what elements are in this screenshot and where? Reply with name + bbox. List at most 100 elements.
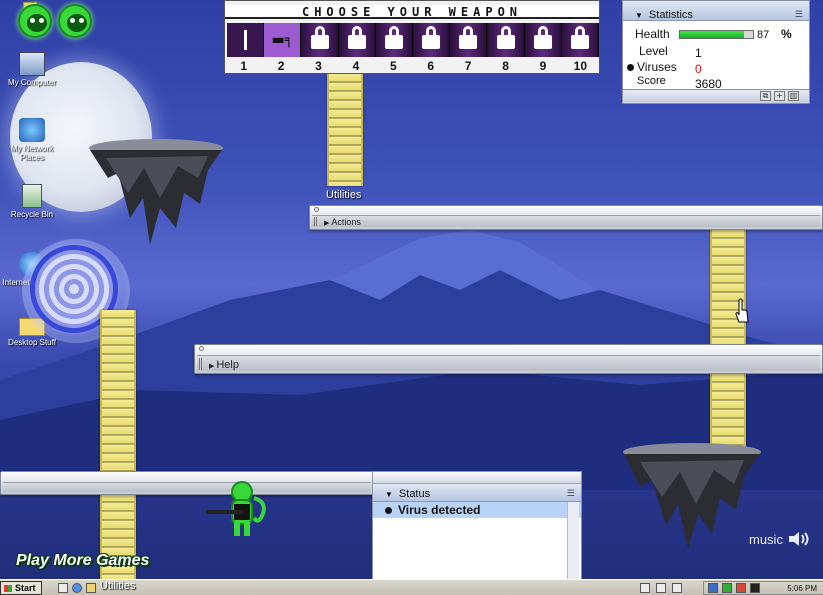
lock-icon — [570, 26, 589, 49]
music-toggle[interactable]: music — [749, 531, 811, 547]
ladder[interactable] — [710, 230, 746, 350]
clock: 5:06 PM — [787, 584, 817, 593]
start-button[interactable]: Start — [0, 581, 42, 595]
weapon-slot-9[interactable] — [524, 23, 562, 57]
weapon-slot-number: 5 — [389, 59, 397, 73]
weapon-slot-7[interactable] — [450, 23, 488, 57]
tray-help-icon[interactable] — [656, 583, 666, 593]
panel-menu-icon[interactable]: ☰ — [795, 9, 803, 20]
weapon-slot-number: 1 — [240, 59, 248, 73]
ladder[interactable] — [710, 374, 746, 450]
weapon-slot-number: 2 — [277, 59, 285, 73]
help-window-bar[interactable]: Help — [194, 344, 823, 374]
add-icon[interactable]: + — [774, 91, 785, 101]
trash-icon[interactable]: ▥ — [788, 91, 799, 101]
desktop-icon-network[interactable]: My Network Places — [0, 118, 64, 162]
weapon-slot-8[interactable] — [487, 23, 525, 57]
recycle-bin-icon — [22, 184, 42, 208]
weapon-slot-10[interactable] — [561, 23, 600, 57]
left-window-bar[interactable] — [0, 471, 374, 495]
show-desktop-icon[interactable] — [58, 583, 68, 593]
health-label: Health — [635, 27, 670, 41]
computer-icon — [19, 52, 45, 76]
status-header[interactable]: ▼ Status ☰ — [373, 484, 581, 502]
life-monkey-icon — [18, 4, 52, 38]
lock-icon — [533, 26, 552, 49]
weapon-slot-number: 8 — [502, 59, 509, 73]
weapon-slot-number: 10 — [573, 59, 588, 73]
utilities-bottom-label: Utilities — [100, 580, 136, 592]
tray-alert-icon[interactable] — [736, 583, 746, 593]
health-value: 87 — [757, 29, 770, 41]
tray-app-icon[interactable] — [750, 583, 760, 593]
health-unit: % — [781, 27, 792, 41]
level-value: 1 — [695, 46, 702, 60]
viruses-label: Viruses — [637, 60, 677, 74]
score-label: Score — [637, 75, 666, 87]
weapon-slot-6[interactable] — [413, 23, 451, 57]
lock-icon — [384, 26, 403, 49]
folder-icon[interactable] — [86, 583, 96, 593]
weapon-slot-2[interactable]: ▬╕ — [264, 23, 302, 57]
virus-bullet-icon — [385, 507, 392, 515]
desktop-icon-label: Desktop Stuff — [8, 338, 56, 347]
ladder[interactable] — [327, 74, 363, 186]
weapon-slot-numbers: 1 2 3 4 5 6 7 8 9 10 — [225, 59, 599, 73]
desktop-icon-label: My Network Places — [10, 144, 54, 162]
status-list-item[interactable]: Virus detected — [373, 502, 581, 518]
duplicate-icon[interactable]: ⧉ — [760, 91, 771, 101]
weapon-slot-number: 4 — [352, 59, 360, 73]
player-monkey — [206, 481, 266, 536]
desktop-icon-label: Recycle Bin — [10, 210, 54, 219]
tray-tool-icon[interactable] — [640, 583, 650, 593]
tray-window-icon[interactable] — [672, 583, 682, 593]
lock-icon — [310, 26, 329, 49]
weapon-panel: CHOOSE YOUR WEAPON ▬╕ 1 2 3 4 5 6 7 8 9 … — [224, 0, 600, 74]
music-label: music — [749, 532, 783, 547]
status-titlebar[interactable] — [373, 472, 581, 484]
statistics-footer: ⧉ + ▥ — [623, 89, 809, 103]
lock-icon — [422, 26, 441, 49]
weapon-slot-4[interactable] — [338, 23, 376, 57]
hand-cursor-icon — [735, 298, 749, 323]
system-tray: 5:06 PM — [703, 581, 823, 595]
life-monkey-icon — [58, 4, 92, 38]
browser-icon[interactable] — [72, 583, 82, 593]
desktop-icon-my-computer[interactable]: My Computer — [0, 52, 64, 87]
lock-icon — [459, 26, 478, 49]
virus-bullet-icon — [627, 64, 634, 71]
status-title: Status — [398, 488, 431, 500]
actions-window-bar[interactable]: Actions — [309, 205, 823, 230]
weapon-slot-number: 7 — [464, 59, 472, 73]
speaker-icon — [788, 532, 809, 546]
lock-icon — [496, 26, 515, 49]
statistics-header[interactable]: ▼ Statistics ☰ — [623, 1, 809, 21]
actions-label: Actions — [324, 217, 361, 227]
collapse-triangle-icon[interactable]: ▼ — [385, 490, 393, 499]
weapon-slot-3[interactable] — [301, 23, 339, 57]
lock-icon — [347, 26, 366, 49]
status-panel: ▼ Status ☰ Virus detected — [372, 471, 582, 595]
network-icon — [19, 118, 45, 142]
health-bar — [679, 30, 754, 39]
weapon-slot-5[interactable] — [375, 23, 414, 57]
collapse-triangle-icon[interactable]: ▼ — [635, 11, 643, 20]
weapon-panel-title: CHOOSE YOUR WEAPON — [225, 5, 599, 19]
tray-network-icon[interactable] — [708, 583, 718, 593]
desktop-icon-recycle-bin[interactable]: Recycle Bin — [0, 184, 64, 219]
health-bar-fill — [680, 31, 744, 38]
play-more-games-link[interactable]: Play More Games — [16, 552, 149, 570]
weapon-slot-number: 6 — [427, 59, 435, 73]
weapon-slot-1[interactable] — [227, 23, 265, 57]
weapon-slot-number: 9 — [539, 59, 547, 73]
viruses-value: 0 — [695, 62, 702, 76]
panel-menu-icon[interactable]: ☰ — [567, 488, 575, 499]
statistics-title: Statistics — [648, 9, 693, 21]
gun-weapon-icon: ▬╕ — [271, 32, 294, 48]
status-item-label: Virus detected — [398, 503, 481, 517]
utilities-label: Utilities — [326, 189, 362, 201]
ladder[interactable] — [100, 310, 136, 472]
statistics-panel: ▼ Statistics ☰ Health 87 % Level 1 Viruse… — [622, 0, 810, 104]
tray-security-icon[interactable] — [722, 583, 732, 593]
help-label: Help — [209, 359, 239, 371]
